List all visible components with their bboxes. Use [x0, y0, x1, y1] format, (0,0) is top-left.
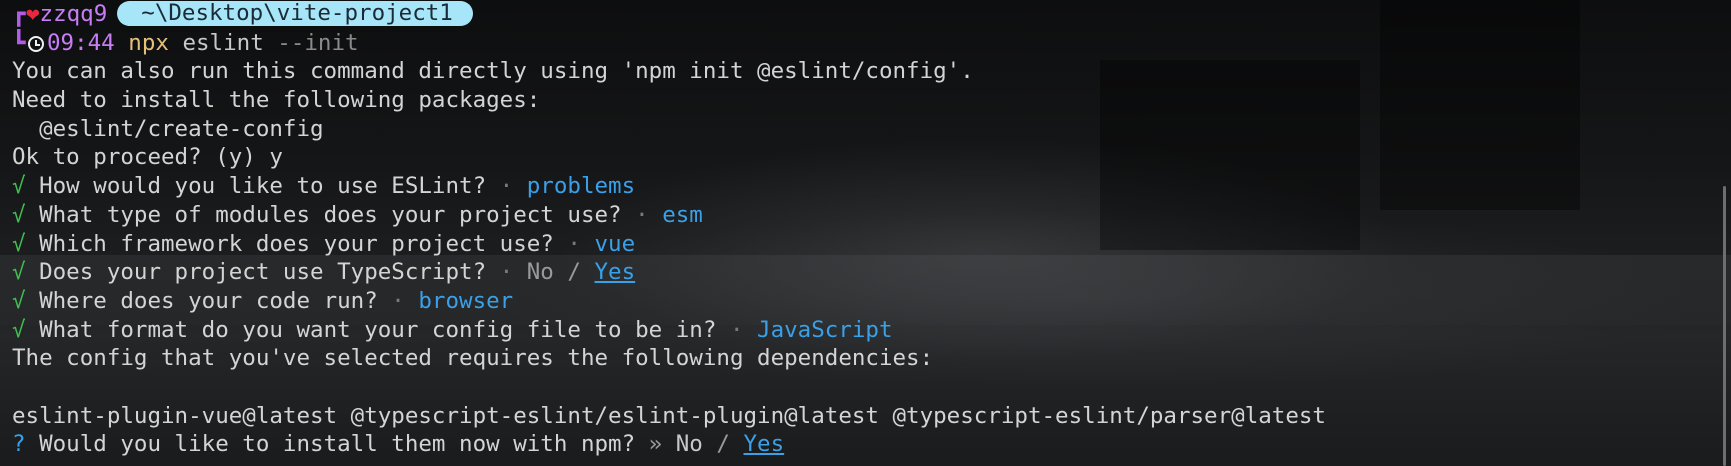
separator-dot: ·: [729, 316, 744, 343]
separator-dot: ·: [391, 287, 405, 314]
question-text: Which framework does your project use?: [39, 230, 554, 257]
question-text: Does your project use TypeScript?: [39, 259, 487, 286]
question-answer: esm: [662, 201, 703, 228]
prompt-corner-top: ┏: [12, 1, 26, 27]
output-line: @eslint/create-config: [12, 115, 324, 142]
question-answer: JavaScript: [757, 316, 893, 343]
question-line: √ Where does your code run? · browser: [12, 287, 1326, 316]
install-option-no[interactable]: No: [676, 431, 703, 457]
check-icon: √: [12, 230, 26, 257]
install-option-yes[interactable]: Yes: [744, 431, 785, 457]
question-answer: vue: [594, 230, 636, 257]
question-text: What type of modules does your project u…: [39, 201, 622, 228]
check-icon: √: [12, 287, 26, 314]
terminal-output[interactable]: ┏❤zzqq9 ~\Desktop\vite-project1 ┗ 09:44 np…: [12, 0, 1326, 459]
separator-dot: ·: [635, 201, 649, 228]
output-line: Need to install the following packages:: [12, 87, 541, 114]
question-answer: problems: [526, 173, 636, 200]
install-prompt-text: Would you like to install them now with …: [39, 431, 636, 458]
option-slash: /: [567, 259, 581, 286]
prompt-corner-bottom: ┗: [12, 29, 26, 56]
heart-icon: ❤: [26, 1, 40, 27]
question-line: √ Does your project use TypeScript? · No…: [12, 258, 1326, 287]
check-icon: √: [12, 173, 26, 200]
command-flag: --init: [277, 29, 359, 56]
prompt-line-top: ┏❤zzqq9 ~\Desktop\vite-project1: [12, 0, 1326, 29]
question-text: What format do you want your config file…: [39, 316, 717, 343]
check-icon: √: [12, 259, 26, 286]
question-line: √ What format do you want your config fi…: [12, 316, 1326, 345]
background-building: [1380, 0, 1580, 210]
install-option-slash: /: [716, 431, 730, 458]
prompt-user: zzqq9: [39, 1, 108, 27]
question-text: Where does your code run?: [39, 287, 378, 314]
command-bin: npx: [128, 29, 169, 56]
command-arg: eslint: [182, 29, 264, 56]
output-line: You can also run this command directly u…: [12, 58, 974, 85]
separator-dot: ·: [567, 230, 581, 257]
separator-dot: ·: [499, 173, 514, 200]
separator-dot: ·: [499, 259, 514, 286]
question-line: √ What type of modules does your project…: [12, 201, 1326, 230]
prompt-path-pill: ~\Desktop\vite-project1: [117, 1, 473, 26]
question-answer: browser: [418, 287, 514, 314]
vertical-scrollbar[interactable]: [1723, 186, 1726, 466]
question-text: How would you like to use ESLint?: [39, 173, 487, 200]
option-no[interactable]: No: [527, 259, 554, 285]
option-yes[interactable]: Yes: [595, 259, 636, 285]
install-prompt-line: ? Would you like to install them now wit…: [12, 430, 1326, 459]
question-line: √ Which framework does your project use?…: [12, 230, 1326, 259]
deps-list: eslint-plugin-vue@latest @typescript-esl…: [12, 402, 1326, 429]
question-line: √ How would you like to use ESLint? · pr…: [12, 172, 1326, 201]
prompt-time: 09:44: [47, 29, 115, 56]
prompt-line-bottom: ┗ 09:44 npx eslint --init: [12, 29, 1326, 58]
check-icon: √: [12, 201, 26, 228]
prompt-chevron: »: [648, 431, 663, 458]
check-icon: √: [12, 316, 26, 343]
question-mark-icon: ?: [12, 431, 26, 458]
clock-icon: [28, 35, 44, 52]
output-line: Ok to proceed? (y) y: [12, 144, 283, 171]
deps-intro: The config that you've selected requires…: [12, 345, 934, 372]
